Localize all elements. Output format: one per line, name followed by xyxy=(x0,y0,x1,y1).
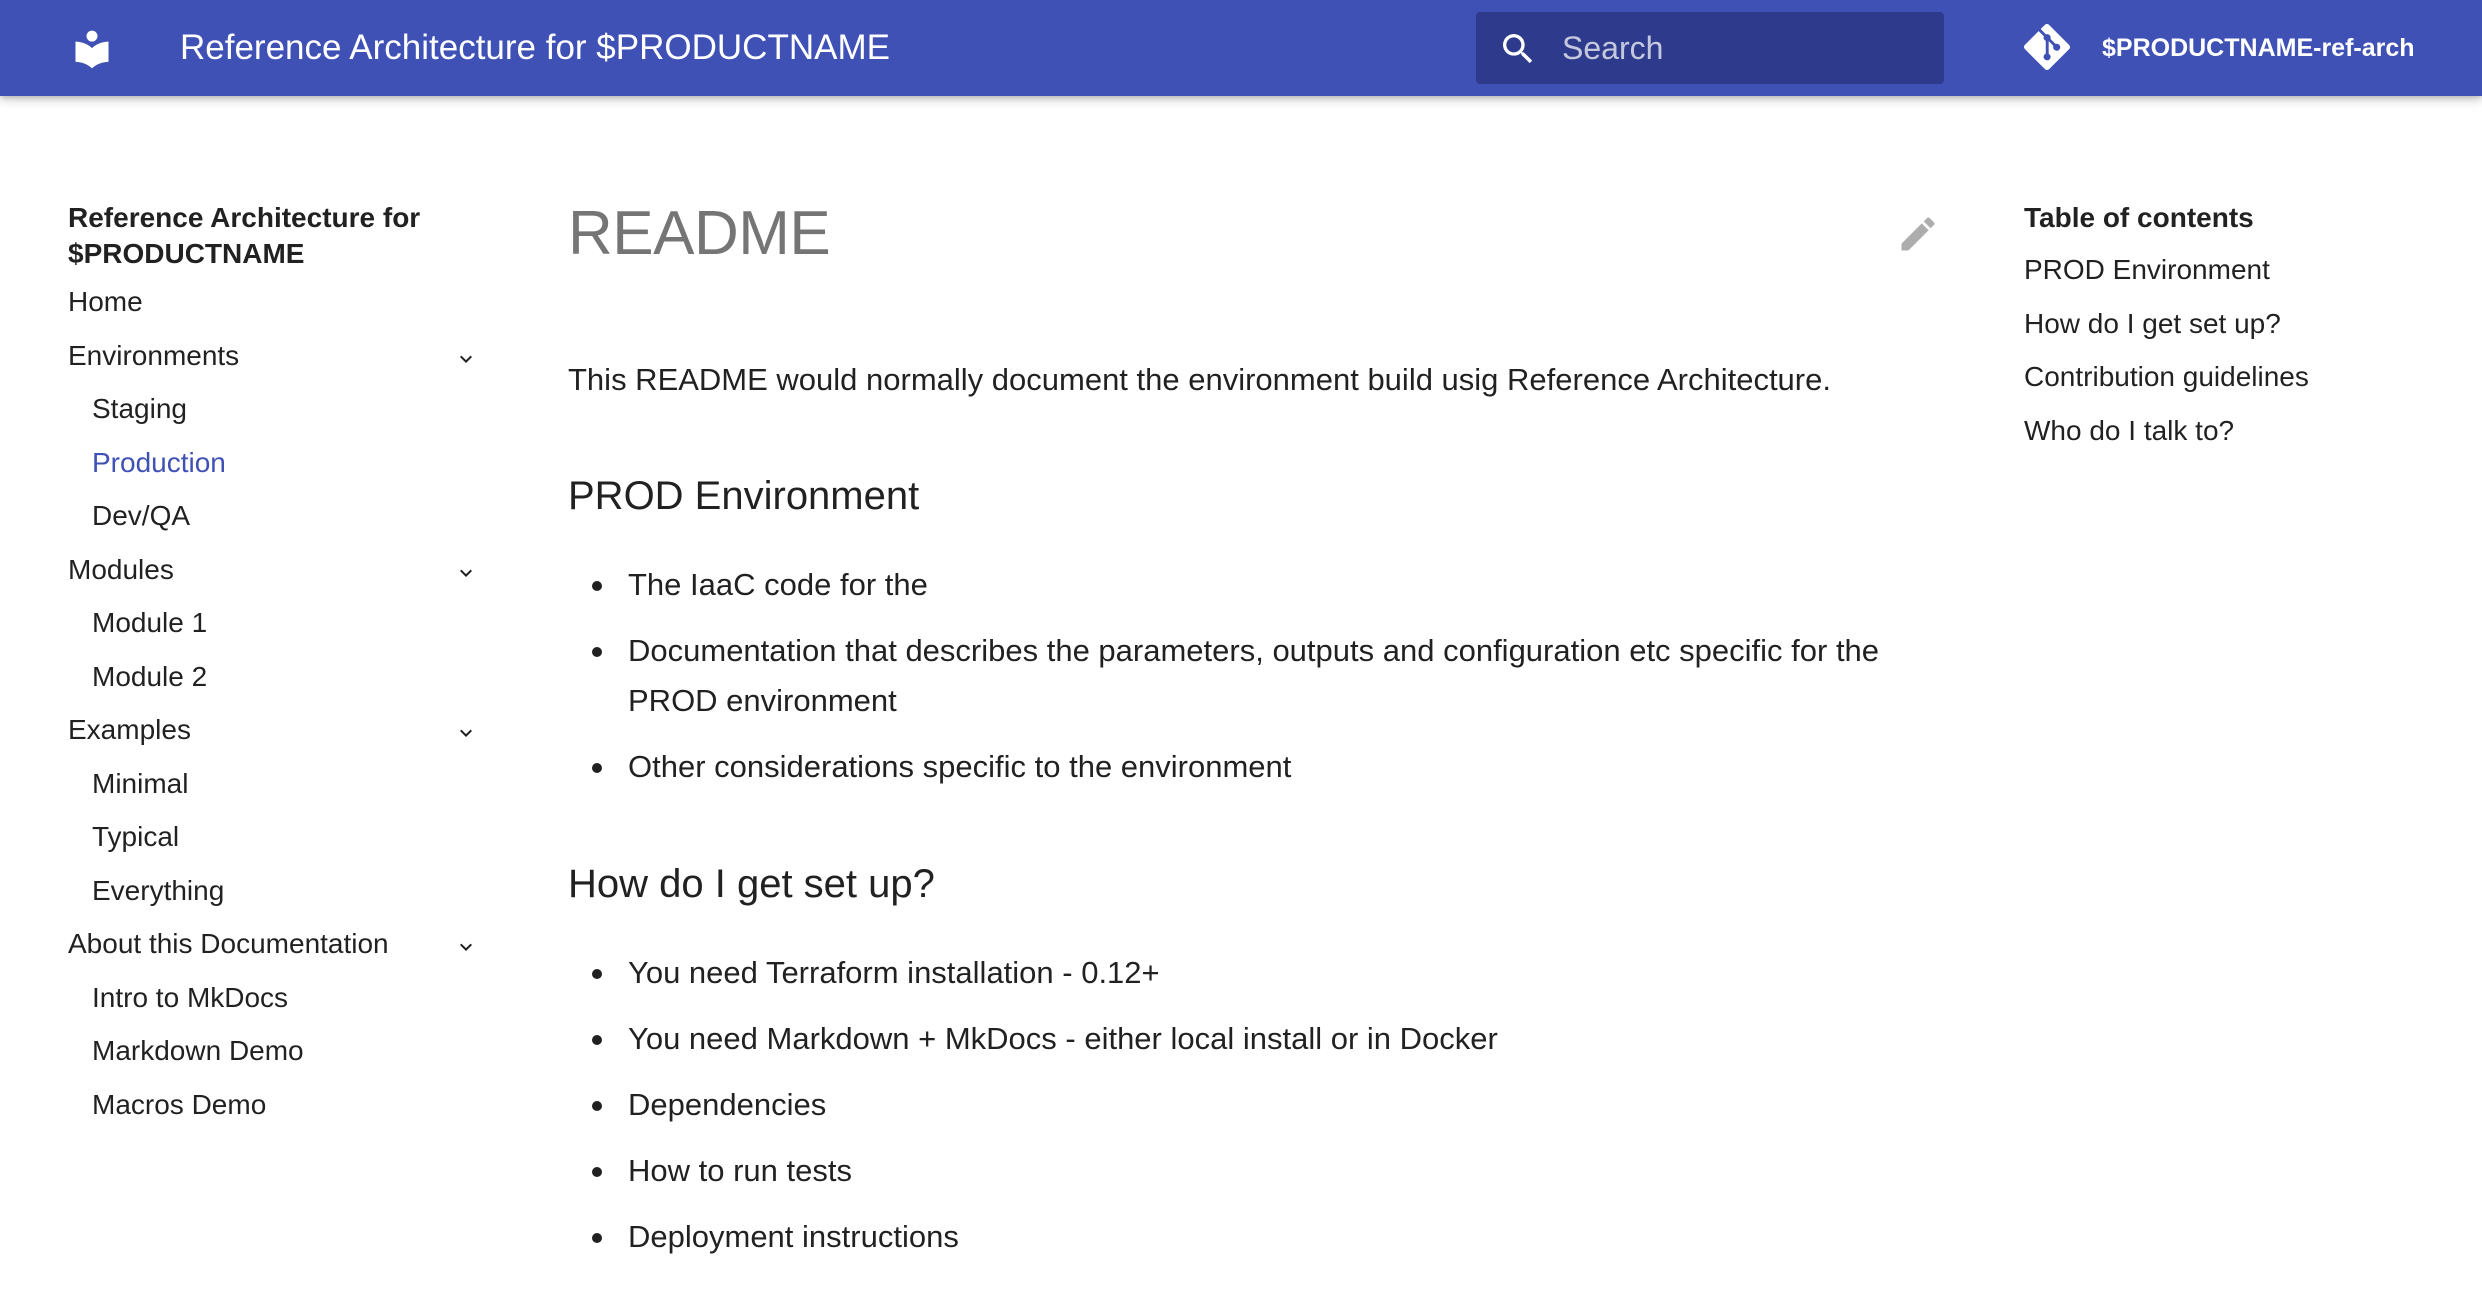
list-item: The IaaC code for the xyxy=(568,560,1948,610)
nav-item-module-1[interactable]: Module 1 xyxy=(68,605,498,659)
nav-item-production[interactable]: Production xyxy=(68,445,498,499)
list-item: How to run tests xyxy=(568,1146,1948,1196)
list-item: You need Markdown + MkDocs - either loca… xyxy=(568,1014,1948,1064)
nav-section-about[interactable]: About this Documentation xyxy=(68,926,498,980)
list-item: Other considerations specific to the env… xyxy=(568,742,1948,792)
toc-item-who-do-i-talk-to[interactable]: Who do I talk to? xyxy=(2024,413,2444,467)
toc-item-setup[interactable]: How do I get set up? xyxy=(2024,306,2444,360)
nav-item-markdown-demo[interactable]: Markdown Demo xyxy=(68,1033,498,1087)
search-icon[interactable] xyxy=(1498,29,1538,69)
nav-title: Reference Architecture for $PRODUCTNAME xyxy=(68,202,421,269)
nav-item-typical[interactable]: Typical xyxy=(68,819,498,873)
nav-section-modules[interactable]: Modules xyxy=(68,552,498,606)
pencil-icon[interactable] xyxy=(1896,212,1940,256)
table-of-contents: Table of contents PROD Environment How d… xyxy=(2024,200,2444,466)
search-box[interactable] xyxy=(1476,12,1944,84)
top-app-bar: Reference Architecture for $PRODUCTNAME … xyxy=(0,0,2482,96)
chevron-down-icon[interactable] xyxy=(454,932,478,956)
list-item: Documentation that describes the paramet… xyxy=(568,626,1948,726)
site-title[interactable]: Reference Architecture for $PRODUCTNAME xyxy=(180,22,890,74)
nav-item-everything[interactable]: Everything xyxy=(68,873,498,927)
repo-name: $PRODUCTNAME-ref-arch xyxy=(2102,34,2415,62)
nav-item-staging[interactable]: Staging xyxy=(68,391,498,445)
prod-environment-list: The IaaC code for the Documentation that… xyxy=(568,560,1948,808)
page-title: README xyxy=(568,199,831,268)
chevron-down-icon[interactable] xyxy=(454,558,478,582)
nav-item-macros-demo[interactable]: Macros Demo xyxy=(68,1087,498,1141)
nav-section-label: Modules xyxy=(68,553,174,585)
nav-section-environments[interactable]: Environments xyxy=(68,338,498,392)
chevron-down-icon[interactable] xyxy=(454,344,478,368)
chevron-down-icon[interactable] xyxy=(454,718,478,742)
nav-item-module-2[interactable]: Module 2 xyxy=(68,659,498,713)
toc-title: Table of contents xyxy=(2024,202,2254,233)
git-icon xyxy=(2023,23,2071,71)
toc-item-prod-environment[interactable]: PROD Environment xyxy=(2024,252,2444,306)
search-input[interactable] xyxy=(1562,12,1922,84)
main-content: README This README would normally docume… xyxy=(568,198,1948,1254)
nav-item-intro-to-mkdocs[interactable]: Intro to MkDocs xyxy=(68,980,498,1034)
nav-section-label: Environments xyxy=(68,339,240,371)
nav-item-home[interactable]: Home xyxy=(68,284,498,338)
setup-list: You need Terraform installation - 0.12+ … xyxy=(568,948,1948,1278)
toc-item-contribution-guidelines[interactable]: Contribution guidelines xyxy=(2024,359,2444,413)
list-item: Deployment instructions xyxy=(568,1212,1948,1262)
list-item: Dependencies xyxy=(568,1080,1948,1130)
list-item: You need Terraform installation - 0.12+ xyxy=(568,948,1948,998)
section-heading-prod-environment: PROD Environment xyxy=(568,474,920,518)
primary-navigation: Reference Architecture for $PRODUCTNAME … xyxy=(68,200,498,1140)
nav-section-label: About this Documentation xyxy=(68,928,389,959)
nav-section-examples[interactable]: Examples xyxy=(68,712,498,766)
nav-section-label: Examples xyxy=(68,714,191,745)
nav-item-minimal[interactable]: Minimal xyxy=(68,766,498,820)
book-icon[interactable] xyxy=(70,27,114,71)
section-heading-setup: How do I get set up? xyxy=(568,862,935,906)
nav-item-dev-qa[interactable]: Dev/QA xyxy=(68,498,498,552)
intro-paragraph: This README would normally document the … xyxy=(568,362,1831,397)
